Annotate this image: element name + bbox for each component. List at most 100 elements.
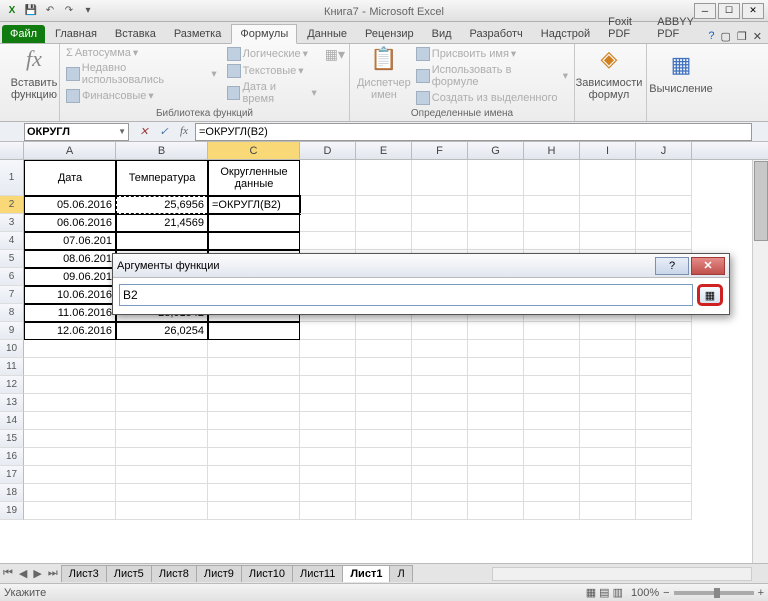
col-header-F[interactable]: F <box>412 142 468 159</box>
cell[interactable] <box>24 412 116 430</box>
cell[interactable] <box>300 502 356 520</box>
cell[interactable] <box>412 160 468 196</box>
row-header[interactable]: 10 <box>0 340 24 358</box>
cell[interactable] <box>636 502 692 520</box>
cell[interactable] <box>468 502 524 520</box>
cell[interactable] <box>116 232 208 250</box>
cell[interactable] <box>580 340 636 358</box>
row-header[interactable]: 4 <box>0 232 24 250</box>
zoom-slider[interactable] <box>674 591 754 595</box>
close-button[interactable]: ✕ <box>742 3 764 19</box>
cell[interactable] <box>300 358 356 376</box>
cell[interactable] <box>636 448 692 466</box>
tab-data[interactable]: Данные <box>299 25 355 43</box>
row-header[interactable]: 17 <box>0 466 24 484</box>
cell[interactable] <box>580 412 636 430</box>
col-header-C[interactable]: C <box>208 142 300 159</box>
row-header[interactable]: 7 <box>0 286 24 304</box>
cell[interactable] <box>412 214 468 232</box>
cell[interactable] <box>208 448 300 466</box>
col-header-B[interactable]: B <box>116 142 208 159</box>
cell[interactable] <box>24 358 116 376</box>
cell[interactable] <box>468 196 524 214</box>
cell[interactable] <box>116 394 208 412</box>
use-in-formula-button[interactable]: Использовать в формуле ▾ <box>414 63 570 89</box>
cell[interactable] <box>524 196 580 214</box>
cell[interactable] <box>116 466 208 484</box>
cell[interactable]: 12.06.2016 <box>24 322 116 340</box>
cell[interactable] <box>580 466 636 484</box>
cell[interactable] <box>580 376 636 394</box>
cell[interactable] <box>356 502 412 520</box>
cell[interactable] <box>580 232 636 250</box>
row-header[interactable]: 15 <box>0 430 24 448</box>
cell[interactable] <box>580 214 636 232</box>
col-header-E[interactable]: E <box>356 142 412 159</box>
tab-review[interactable]: Рецензир <box>357 25 422 43</box>
min-ribbon-icon[interactable]: ▢ <box>721 30 731 43</box>
cell[interactable] <box>356 160 412 196</box>
cell[interactable] <box>412 466 468 484</box>
sheet-tab[interactable]: Лист9 <box>196 565 242 582</box>
row-header[interactable]: 5 <box>0 250 24 268</box>
cell[interactable] <box>300 376 356 394</box>
cell[interactable] <box>24 484 116 502</box>
cell[interactable] <box>524 412 580 430</box>
row-header[interactable]: 1 <box>0 160 24 196</box>
redo-icon[interactable]: ↷ <box>61 3 77 19</box>
assign-name-button[interactable]: Присвоить имя ▾ <box>414 46 570 62</box>
cell[interactable]: Температура <box>116 160 208 196</box>
cell[interactable] <box>356 394 412 412</box>
col-header-I[interactable]: I <box>580 142 636 159</box>
view-layout-icon[interactable]: ▤ <box>599 586 609 599</box>
argument-input[interactable] <box>119 284 693 306</box>
cell[interactable] <box>636 214 692 232</box>
expand-dialog-button[interactable]: ▦ <box>697 284 723 306</box>
select-all-corner[interactable] <box>0 142 24 159</box>
tab-abbyy[interactable]: ABBYY PDF <box>649 13 704 43</box>
formula-input[interactable]: =ОКРУГЛ(B2) <box>195 123 752 141</box>
sheet-tab[interactable]: Л <box>389 565 412 582</box>
cell[interactable] <box>356 232 412 250</box>
maximize-button[interactable]: ☐ <box>718 3 740 19</box>
cell[interactable] <box>208 502 300 520</box>
cell[interactable] <box>524 430 580 448</box>
cell[interactable] <box>356 484 412 502</box>
cell[interactable] <box>208 214 300 232</box>
cell[interactable] <box>636 160 692 196</box>
sheet-tab[interactable]: Лист8 <box>151 565 197 582</box>
dialog-help-button[interactable]: ? <box>655 257 689 275</box>
row-header[interactable]: 18 <box>0 484 24 502</box>
insert-function-button[interactable]: fx Вставить функцию <box>4 46 64 102</box>
cell[interactable] <box>208 322 300 340</box>
cell[interactable] <box>580 358 636 376</box>
cell[interactable] <box>580 502 636 520</box>
cell[interactable] <box>356 358 412 376</box>
cell[interactable] <box>636 430 692 448</box>
cell[interactable] <box>524 160 580 196</box>
sheet-nav-last-icon[interactable]: ⏭ <box>45 567 61 580</box>
active-cell[interactable]: =ОКРУГЛ(B2) <box>208 196 300 214</box>
formula-dependencies-button[interactable]: ◈ Зависимости формул <box>579 46 639 102</box>
cell[interactable] <box>412 448 468 466</box>
name-manager-button[interactable]: 📋 Диспетчер имен <box>354 46 414 102</box>
cell[interactable] <box>208 484 300 502</box>
dialog-close-button[interactable]: ✕ <box>691 257 725 275</box>
undo-icon[interactable]: ↶ <box>42 3 58 19</box>
cell[interactable] <box>412 394 468 412</box>
cell[interactable] <box>356 412 412 430</box>
financial-button[interactable]: Финансовые ▾ <box>64 88 219 104</box>
cell[interactable] <box>356 466 412 484</box>
cell[interactable] <box>524 232 580 250</box>
cell[interactable] <box>580 394 636 412</box>
col-header-D[interactable]: D <box>300 142 356 159</box>
cell[interactable] <box>580 448 636 466</box>
doc-restore-icon[interactable]: ❐ <box>737 30 747 43</box>
cell[interactable] <box>636 484 692 502</box>
cell[interactable] <box>300 340 356 358</box>
row-header[interactable]: 3 <box>0 214 24 232</box>
text-button[interactable]: Текстовые ▾ <box>225 63 319 79</box>
cell[interactable] <box>116 412 208 430</box>
row-header[interactable]: 2 <box>0 196 24 214</box>
row-header[interactable]: 12 <box>0 376 24 394</box>
